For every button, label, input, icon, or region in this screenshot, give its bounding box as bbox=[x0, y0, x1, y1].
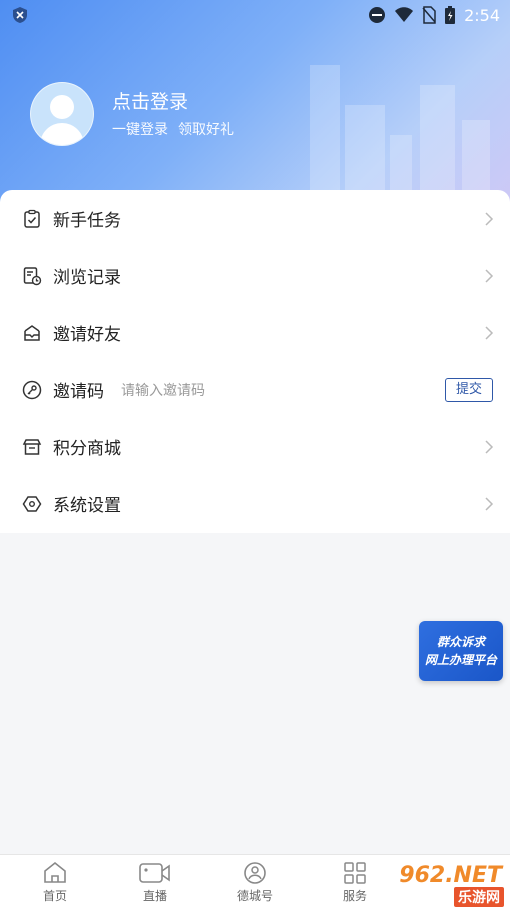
bottom-tab-bar: 首页 直播 德城号 服务 962.NET 乐游网 bbox=[0, 854, 510, 909]
clipboard-check-icon bbox=[24, 209, 40, 228]
profile-circle-icon bbox=[244, 862, 266, 884]
key-icon bbox=[22, 380, 42, 399]
menu-item-invite-friends[interactable]: 邀请好友 bbox=[0, 304, 510, 361]
watermark-logo: 962.NET 乐游网 bbox=[370, 861, 510, 909]
status-time: 2:54 bbox=[464, 5, 500, 25]
chevron-right-icon bbox=[485, 325, 494, 340]
status-bar: 2:54 bbox=[0, 0, 510, 30]
home-icon bbox=[44, 861, 66, 883]
envelope-icon bbox=[24, 324, 40, 341]
shield-icon bbox=[13, 7, 27, 23]
menu-item-label: 积分商城 bbox=[53, 439, 121, 459]
menu-item-label: 新手任务 bbox=[53, 211, 121, 231]
menu-item-newbie-tasks[interactable]: 新手任务 bbox=[0, 190, 510, 247]
menu-item-label: 系统设置 bbox=[53, 496, 121, 516]
menu-item-label: 邀请好友 bbox=[53, 325, 121, 345]
login-subtitle: 一键登录 领取好礼 bbox=[112, 122, 234, 138]
menu-item-settings[interactable]: 系统设置 bbox=[0, 475, 510, 532]
public-appeals-float-button[interactable]: 群众诉求 网上办理平台 bbox=[419, 621, 503, 681]
menu-item-history[interactable]: 浏览记录 bbox=[0, 247, 510, 304]
menu-item-label: 浏览记录 bbox=[53, 268, 121, 288]
submit-button[interactable]: 提交 bbox=[445, 377, 493, 402]
invite-code-input[interactable]: 请输入邀请码 bbox=[121, 380, 205, 400]
menu-item-label: 邀请码 bbox=[53, 382, 104, 402]
menu-item-points-mall[interactable]: 积分商城 bbox=[0, 418, 510, 475]
tab-live[interactable]: 直播 bbox=[115, 861, 195, 904]
menu-item-invite-code: 邀请码 请输入邀请码 提交 bbox=[0, 361, 510, 418]
store-icon bbox=[22, 438, 42, 455]
tab-home[interactable]: 首页 bbox=[15, 861, 95, 904]
wifi-icon bbox=[395, 7, 414, 22]
grid-icon bbox=[344, 862, 366, 884]
avatar[interactable] bbox=[30, 82, 94, 146]
no-sim-icon bbox=[422, 6, 436, 24]
menu-list: 新手任务 浏览记录 邀请好友 邀请码 请输入邀请码 提交 积分商城 系统设置 bbox=[0, 190, 510, 533]
do-not-disturb-icon bbox=[369, 7, 386, 23]
profile-header: 2:54 点击登录 一键登录 领取好礼 bbox=[0, 0, 510, 215]
chevron-right-icon bbox=[485, 439, 494, 454]
login-area[interactable]: 点击登录 一键登录 领取好礼 bbox=[30, 82, 244, 146]
battery-charging-icon bbox=[445, 6, 456, 24]
chevron-right-icon bbox=[485, 496, 494, 511]
settings-hexagon-icon bbox=[22, 495, 42, 512]
video-camera-icon bbox=[139, 863, 170, 883]
tab-decheng-account[interactable]: 德城号 bbox=[215, 861, 295, 904]
chevron-right-icon bbox=[485, 268, 494, 283]
history-icon bbox=[23, 266, 42, 285]
chevron-right-icon bbox=[485, 211, 494, 226]
login-title[interactable]: 点击登录 bbox=[112, 89, 244, 115]
